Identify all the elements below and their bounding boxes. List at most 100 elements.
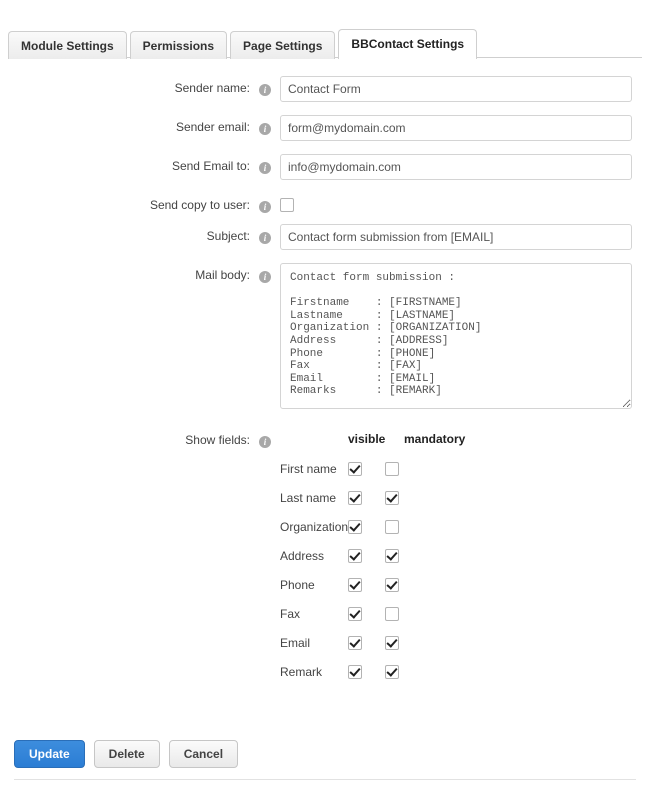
info-icon: i [259,231,271,244]
visible-checkbox[interactable] [348,635,362,650]
show-fields-grid: visible mandatory First name Last name Org… [280,428,650,686]
send-copy-to-user-checkbox[interactable] [280,197,294,212]
mail-body-field-cell [280,263,650,412]
mandatory-checkbox[interactable] [385,635,399,650]
sender-email-field-cell [280,115,650,141]
cancel-button[interactable]: Cancel [168,740,239,768]
show-field-row: Last name [280,483,650,512]
delete-button[interactable]: Delete [93,740,160,768]
tab-list: Module Settings Permissions Page Settings B… [8,22,650,59]
show-field-label: Email [280,635,311,650]
show-field-label: Fax [280,606,301,621]
field-row-mail-body: Mail body: i [0,263,650,412]
tab-permissions[interactable]: Permissions [129,31,228,59]
info-icon: i [259,122,271,135]
field-row-sender-name: Sender name: i [0,76,650,102]
show-field-row: Remark [280,657,650,686]
subject-info[interactable]: i [250,224,280,244]
visible-checkbox[interactable] [348,664,362,679]
visible-checkbox[interactable] [348,490,362,505]
mandatory-cell [385,461,399,476]
visible-cell [348,519,385,534]
show-field-row: Fax [280,599,650,628]
send-email-to-input[interactable] [280,154,632,180]
send-copy-to-user-info[interactable]: i [250,193,280,213]
visible-cell [348,635,385,650]
visible-cell [348,490,385,505]
mandatory-checkbox[interactable] [385,461,399,476]
show-field-row: First name [280,454,650,483]
mail-body-label: Mail body: [195,268,250,282]
show-fields-rows: First name Last name Organization Address Ph… [280,454,650,686]
show-field-label: Remark [280,664,323,679]
mandatory-checkbox[interactable] [385,577,399,592]
visible-cell [348,606,385,621]
mandatory-checkbox[interactable] [385,664,399,679]
mandatory-cell [385,577,399,592]
sender-name-label: Sender name: [174,81,250,95]
tab-bbcontact-settings[interactable]: BBContact Settings [338,29,478,59]
sender-name-input[interactable] [280,76,632,102]
visible-checkbox[interactable] [348,519,362,534]
show-fields-label: Show fields: [185,433,250,447]
visible-checkbox[interactable] [348,577,362,592]
visible-column-header: visible [348,432,386,446]
mandatory-cell [385,519,399,534]
visible-cell [348,461,385,476]
show-fields-header-spacer [280,432,348,446]
tab-page-settings[interactable]: Page Settings [230,31,336,59]
form-actions: Update Delete Cancel [14,740,239,768]
mandatory-checkbox[interactable] [385,606,399,621]
info-icon: i [259,435,271,448]
visible-cell [348,577,385,592]
visible-cell [348,548,385,563]
subject-field-cell [280,224,650,250]
show-fields-header: visible mandatory [280,428,650,446]
mandatory-cell [385,664,399,679]
show-field-row: Phone [280,570,650,599]
subject-input[interactable] [280,224,632,250]
mandatory-checkbox[interactable] [385,548,399,563]
show-field-label: Address [280,548,325,563]
visible-cell [348,664,385,679]
mail-body-info[interactable]: i [250,263,280,283]
mail-body-textarea[interactable] [280,263,632,409]
mandatory-cell [385,490,399,505]
subject-label: Subject: [206,229,250,243]
show-field-label: Last name [280,490,337,505]
sender-name-field-cell [280,76,650,102]
tab-strip: Module Settings Permissions Page Settings B… [0,22,650,59]
mandatory-cell [385,548,399,563]
update-button[interactable]: Update [14,740,85,768]
send-email-to-info[interactable]: i [250,154,280,174]
field-row-sender-email: Sender email: i [0,115,650,141]
send-email-to-field-cell [280,154,650,180]
show-field-row: Organization [280,512,650,541]
tab-module-settings[interactable]: Module Settings [8,31,127,59]
sender-email-info[interactable]: i [250,115,280,135]
show-fields-info[interactable]: i [250,428,280,448]
sender-email-input[interactable] [280,115,632,141]
send-copy-to-user-field-cell [280,193,650,212]
visible-checkbox[interactable] [348,461,362,476]
bottom-divider [14,779,636,780]
show-field-row: Address [280,541,650,570]
sender-email-label: Sender email: [175,120,250,134]
mandatory-checkbox[interactable] [385,519,399,534]
field-row-send-email-to: Send Email to: i [0,154,650,180]
settings-form: Sender name: i Sender email: i Send Emai… [0,58,650,686]
show-field-label: First name [280,461,337,476]
info-icon: i [259,200,271,213]
sender-name-info[interactable]: i [250,76,280,96]
field-row-send-copy-to-user: Send copy to user: i [0,193,650,213]
mandatory-checkbox[interactable] [385,490,399,505]
visible-checkbox[interactable] [348,548,362,563]
info-icon: i [259,161,271,174]
show-field-label: Phone [280,577,315,592]
mandatory-column-header: mandatory [404,432,466,446]
send-email-to-label: Send Email to: [171,159,250,173]
info-icon: i [259,83,271,96]
field-row-show-fields: Show fields: i visible mandatory First n… [0,428,650,686]
visible-checkbox[interactable] [348,606,362,621]
send-copy-to-user-label: Send copy to user: [149,198,250,212]
